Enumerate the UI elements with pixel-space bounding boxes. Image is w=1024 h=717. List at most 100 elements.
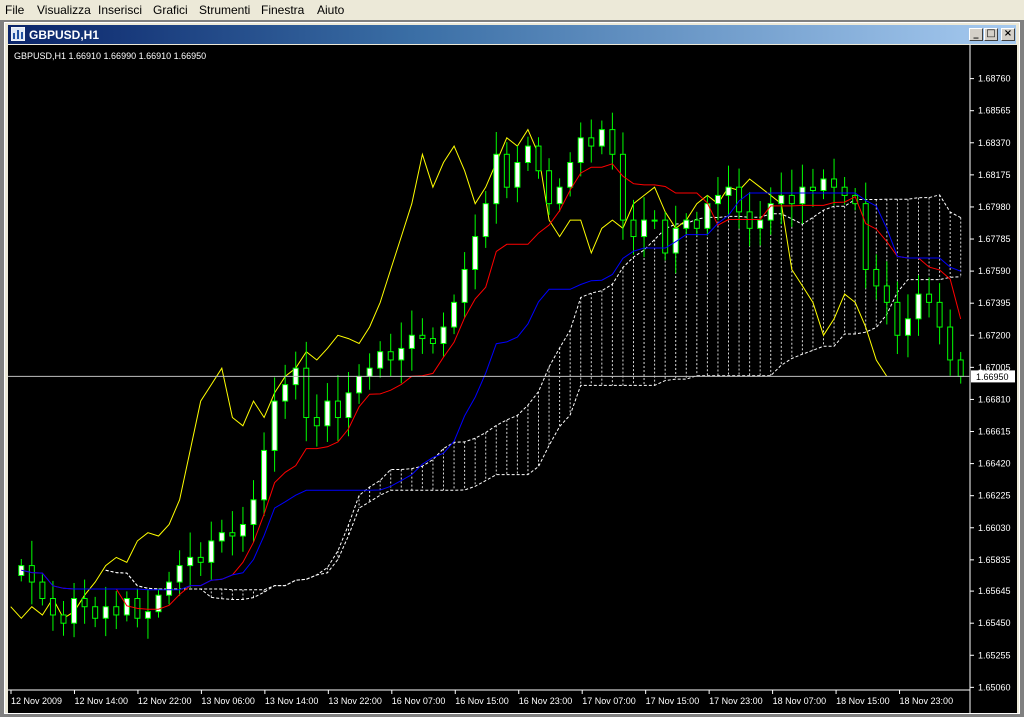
ichimoku-senkou-span-a <box>105 194 961 600</box>
menu-bar: File Visualizza Inserisci Grafici Strume… <box>0 0 1024 20</box>
ichimoku-kijun-sen <box>21 192 961 591</box>
candle-body <box>334 400 341 419</box>
price-tick-label: 1.68760 <box>978 74 1011 84</box>
candle-body <box>482 203 489 238</box>
time-tick-label: 17 Nov 07:00 <box>582 696 636 706</box>
candle-body <box>282 384 289 402</box>
candle-body <box>377 351 384 369</box>
candle-body <box>429 338 436 344</box>
menu-file[interactable]: File <box>5 3 24 17</box>
candle-body <box>915 293 922 320</box>
candle-body <box>567 162 574 188</box>
menu-visualizza[interactable]: Visualizza <box>37 3 91 17</box>
candle-body <box>546 170 553 205</box>
candle-body <box>60 614 67 624</box>
candle-body <box>303 367 310 419</box>
candle-body <box>936 301 943 328</box>
candle-body <box>524 145 531 164</box>
candle-body <box>451 301 458 328</box>
time-tick-label: 16 Nov 23:00 <box>519 696 573 706</box>
time-tick-label: 17 Nov 15:00 <box>646 696 700 706</box>
close-button[interactable]: × <box>1001 28 1015 41</box>
candle-body <box>809 186 816 191</box>
menu-inserisci[interactable]: Inserisci <box>98 3 142 17</box>
time-tick-label: 17 Nov 23:00 <box>709 696 763 706</box>
ichimoku-tenkan-sen <box>21 163 962 610</box>
candle-body <box>514 162 521 188</box>
price-tick-label: 1.65835 <box>978 555 1011 565</box>
time-tick-label: 12 Nov 14:00 <box>74 696 128 706</box>
candle-body <box>788 194 795 205</box>
price-tick-label: 1.67785 <box>978 234 1011 244</box>
chart-window-titlebar[interactable]: GBPUSD,H1 _ □ × <box>8 25 1016 44</box>
candle-body <box>588 137 595 147</box>
price-tick-label: 1.68370 <box>978 138 1011 148</box>
chart-plot-area[interactable]: 1.68760 1.68565 1.68370 1.68175 1.67980 1.677… <box>8 45 1017 713</box>
price-tick-label: 1.67980 <box>978 202 1011 212</box>
time-tick-label: 13 Nov 06:00 <box>201 696 255 706</box>
restore-icon: □ <box>986 28 996 39</box>
candle-body <box>714 194 721 205</box>
time-tick-label: 12 Nov 2009 <box>11 696 62 706</box>
candle-body <box>683 219 690 229</box>
candle-body <box>598 129 605 147</box>
candle-body <box>757 219 764 229</box>
candle-body <box>556 186 563 205</box>
menu-strumenti[interactable]: Strumenti <box>199 3 250 17</box>
time-tick-label: 16 Nov 15:00 <box>455 696 509 706</box>
candle-body <box>904 318 911 336</box>
candle-body <box>926 293 933 303</box>
candle-body <box>239 523 246 537</box>
restore-button[interactable]: □ <box>984 28 998 41</box>
candle-body <box>577 137 584 164</box>
time-tick-label: 13 Nov 22:00 <box>328 696 382 706</box>
menu-aiuto[interactable]: Aiuto <box>317 3 344 17</box>
candle-body <box>746 211 753 229</box>
candle-body <box>197 556 204 563</box>
price-chart[interactable]: 1.68760 1.68565 1.68370 1.68175 1.67980 1.677… <box>8 45 1017 713</box>
candle-body <box>841 186 848 196</box>
ichimoku-senkou-span-b <box>105 276 961 591</box>
candle-body <box>831 178 838 188</box>
candle-body <box>49 598 56 616</box>
candle-body <box>641 219 648 238</box>
price-tick-label: 1.67590 <box>978 266 1011 276</box>
current-price-label: 1.66950 <box>976 372 1009 382</box>
minimize-icon: _ <box>973 28 979 39</box>
candle-body <box>356 375 363 394</box>
price-tick-label: 1.65450 <box>978 618 1011 628</box>
price-tick-label: 1.67200 <box>978 330 1011 340</box>
candle-body <box>799 186 806 205</box>
candle-body <box>630 219 637 238</box>
candle-body <box>609 129 616 155</box>
candle-body <box>725 186 732 196</box>
time-tick-label: 12 Nov 22:00 <box>138 696 192 706</box>
candle-body <box>408 334 415 349</box>
price-tick-label: 1.66420 <box>978 459 1011 469</box>
price-tick-label: 1.66615 <box>978 427 1011 437</box>
candle-body <box>28 565 35 583</box>
candle-body <box>366 367 373 377</box>
candle-body <box>651 219 658 222</box>
candle-body <box>261 449 268 501</box>
time-tick-label: 18 Nov 23:00 <box>900 696 954 706</box>
minimize-button[interactable]: _ <box>969 28 983 41</box>
price-tick-label: 1.68565 <box>978 106 1011 116</box>
candle-body <box>387 351 394 361</box>
candle-body <box>894 301 901 336</box>
candle-body <box>166 581 173 596</box>
candle-body <box>873 268 880 287</box>
candle-body <box>820 178 827 191</box>
candle-body <box>619 153 626 221</box>
candle-body <box>113 606 120 616</box>
time-tick-label: 13 Nov 14:00 <box>265 696 319 706</box>
chart-info-line: GBPUSD,H1 1.66910 1.66990 1.66910 1.6695… <box>14 51 207 61</box>
time-tick-label: 16 Nov 07:00 <box>392 696 446 706</box>
price-tick-label: 1.66030 <box>978 523 1011 533</box>
candle-body <box>345 392 352 419</box>
menu-grafici[interactable]: Grafici <box>153 3 188 17</box>
candle-body <box>39 581 46 600</box>
candle-body <box>81 598 88 608</box>
price-tick-label: 1.67395 <box>978 298 1011 308</box>
menu-finestra[interactable]: Finestra <box>261 3 304 17</box>
